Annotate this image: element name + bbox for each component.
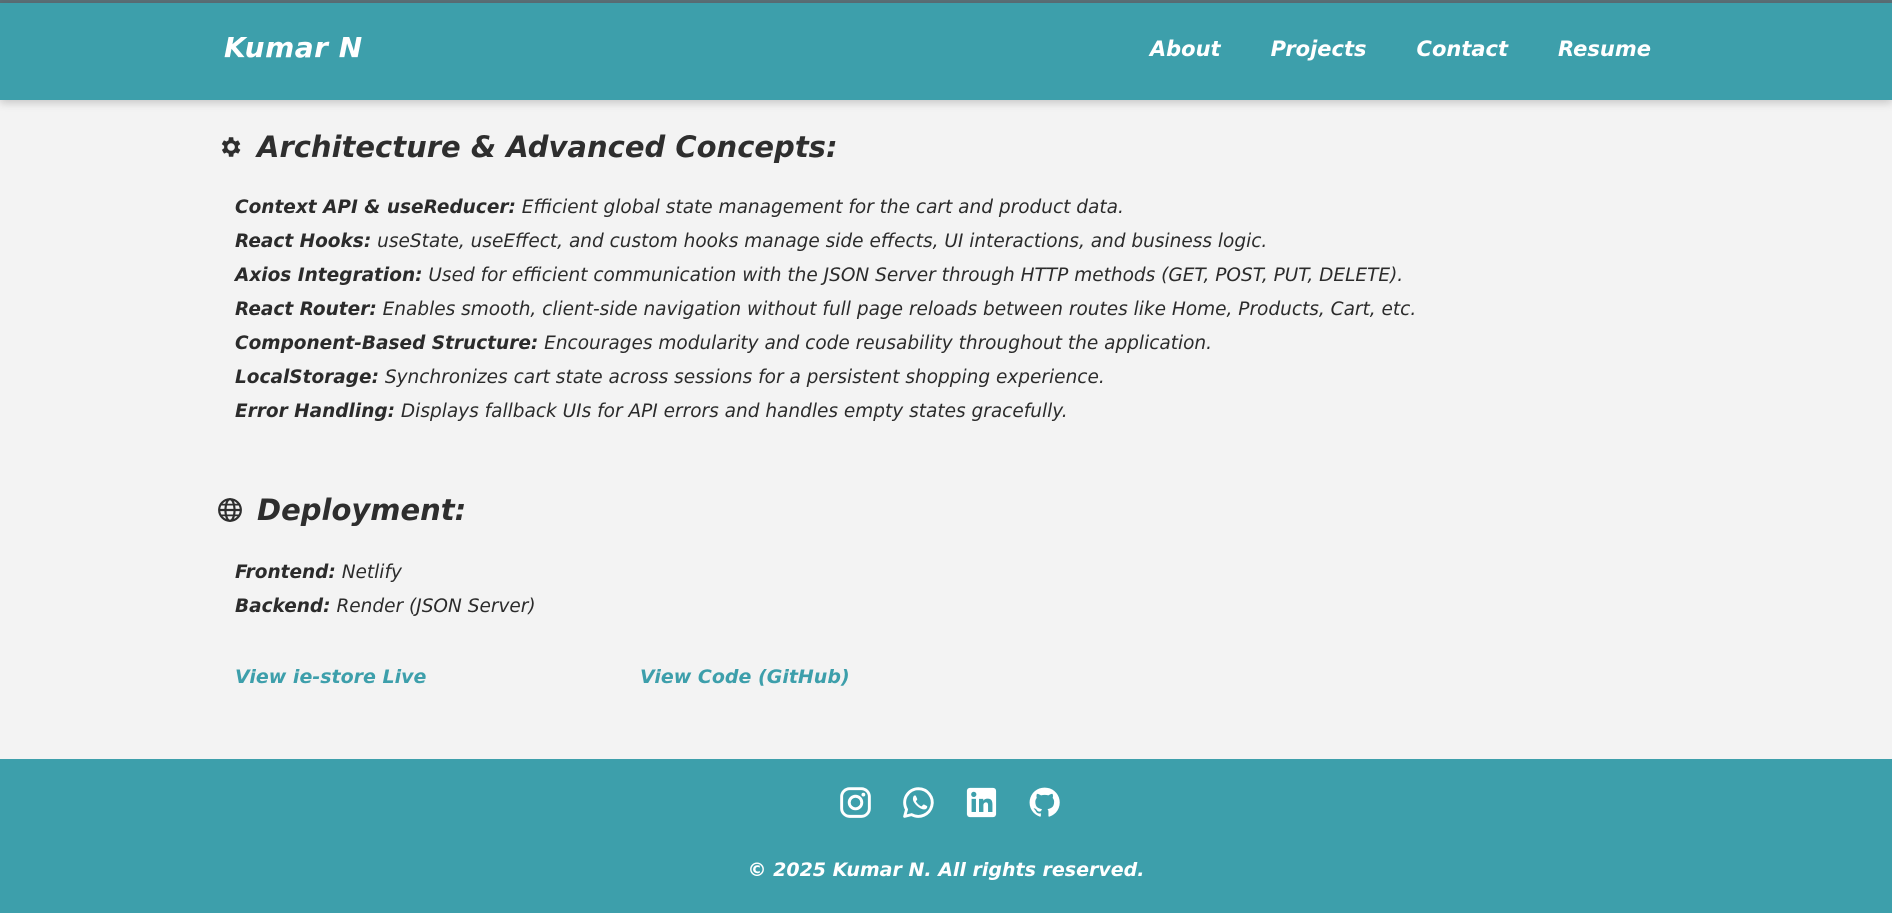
github-code-link[interactable]: View Code (GitHub)	[640, 666, 850, 688]
list-item: React Router: Enables smooth, client-sid…	[235, 293, 1416, 327]
item-text: Used for efficient communication with th…	[422, 265, 1404, 286]
copyright-text: © 2025 Kumar N. All rights reserved.	[747, 859, 1145, 881]
item-term: Context API & useReducer:	[235, 197, 516, 218]
globe-icon	[217, 497, 243, 523]
social-links	[838, 785, 1062, 820]
item-term: Backend:	[235, 596, 331, 617]
list-item: LocalStorage: Synchronizes cart state ac…	[235, 361, 1416, 395]
nav-contact[interactable]: Contact	[1417, 37, 1509, 61]
item-text: Netlify	[335, 562, 402, 583]
nav-about[interactable]: About	[1150, 37, 1221, 61]
brand-logo[interactable]: Kumar N	[224, 31, 363, 64]
deployment-heading: Deployment:	[217, 493, 466, 527]
project-detail: Architecture & Advanced Concepts: Contex…	[0, 100, 1892, 759]
deployment-list: Frontend: Netlify Backend: Render (JSON …	[235, 556, 536, 624]
list-item: Error Handling: Displays fallback UIs fo…	[235, 395, 1416, 429]
item-text: Encourages modularity and code reusabili…	[538, 333, 1213, 354]
item-text: Synchronizes cart state across sessions …	[378, 367, 1105, 388]
gear-icon	[217, 134, 243, 160]
architecture-list: Context API & useReducer: Efficient glob…	[235, 191, 1416, 429]
list-item: Frontend: Netlify	[235, 556, 536, 590]
item-term: Axios Integration:	[235, 265, 423, 286]
item-text: Enables smooth, client-side navigation w…	[376, 299, 1417, 320]
site-footer: © 2025 Kumar N. All rights reserved.	[0, 759, 1892, 913]
list-item: Component-Based Structure: Encourages mo…	[235, 327, 1416, 361]
item-term: React Router:	[235, 299, 377, 320]
nav-projects[interactable]: Projects	[1271, 37, 1367, 61]
item-term: React Hooks:	[235, 231, 372, 252]
item-term: Frontend:	[235, 562, 336, 583]
item-text: useState, useEffect, and custom hooks ma…	[371, 231, 1268, 252]
item-term: Error Handling:	[235, 401, 396, 422]
architecture-heading: Architecture & Advanced Concepts:	[217, 130, 838, 164]
github-icon[interactable]	[1027, 785, 1062, 820]
item-text: Displays fallback UIs for API errors and…	[395, 401, 1068, 422]
site-header: Kumar N About Projects Contact Resume	[0, 3, 1892, 100]
item-term: Component-Based Structure:	[235, 333, 539, 354]
item-text: Efficient global state management for th…	[515, 197, 1124, 218]
list-item: Context API & useReducer: Efficient glob…	[235, 191, 1416, 225]
nav-resume[interactable]: Resume	[1558, 37, 1651, 61]
whatsapp-icon[interactable]	[901, 785, 936, 820]
section-title: Architecture & Advanced Concepts:	[257, 130, 838, 164]
section-title: Deployment:	[257, 493, 467, 527]
list-item: Backend: Render (JSON Server)	[235, 590, 536, 624]
list-item: Axios Integration: Used for efficient co…	[235, 259, 1416, 293]
main-nav: About Projects Contact Resume	[1150, 37, 1651, 61]
linkedin-icon[interactable]	[964, 785, 999, 820]
instagram-icon[interactable]	[838, 785, 873, 820]
live-demo-link[interactable]: View ie-store Live	[235, 666, 426, 688]
item-text: Render (JSON Server)	[330, 596, 536, 617]
item-term: LocalStorage:	[235, 367, 379, 388]
list-item: React Hooks: useState, useEffect, and cu…	[235, 225, 1416, 259]
